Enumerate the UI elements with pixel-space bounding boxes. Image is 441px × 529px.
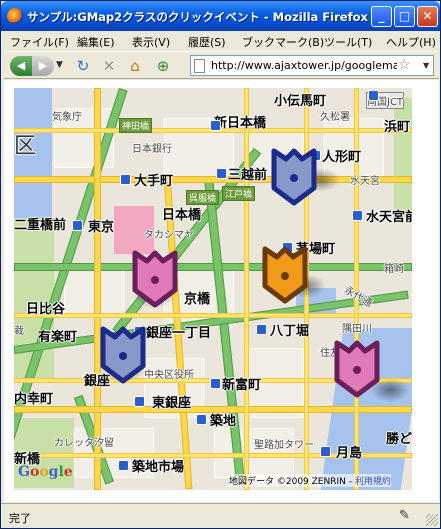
label-yurakucho: 有楽町 bbox=[38, 330, 78, 345]
label-suitengu-mae: 水天宮 bbox=[350, 176, 380, 187]
label-shintomicho: 新富町 bbox=[222, 378, 262, 393]
maximize-button[interactable]: □ bbox=[394, 6, 415, 27]
label-tsukishima: 月島 bbox=[336, 446, 363, 461]
terms-link[interactable]: 利用規約 bbox=[355, 477, 391, 487]
label-edobashi: 江戸橋 bbox=[222, 186, 256, 201]
label-uchisaiwaicho: 内幸町 bbox=[14, 392, 54, 407]
map-canvas[interactable]: 小伝馬町 気象庁 神田橋 新日本橋 久松署 両国JCT 浜町 日本銀行 三越前 … bbox=[14, 88, 412, 490]
firefox-icon bbox=[7, 8, 23, 24]
station-icon bbox=[196, 414, 207, 425]
menu-tools[interactable]: ツール(T) bbox=[324, 34, 372, 50]
browser-window: サンプル:GMap2クラスのクリックイベント - Mozilla Firefox… bbox=[0, 0, 441, 529]
stop-icon[interactable]: ✕ bbox=[100, 57, 118, 75]
pink-marker-kyobashi[interactable] bbox=[132, 250, 178, 308]
label-suitengu: 水天宮前 bbox=[366, 210, 412, 225]
road bbox=[14, 313, 412, 318]
resize-grip[interactable] bbox=[426, 514, 438, 526]
bookmark-star-icon[interactable]: ☆ bbox=[398, 57, 411, 73]
orange-marker-kayabacho[interactable] bbox=[262, 246, 308, 304]
label-kishocho: 気象庁 bbox=[52, 112, 82, 123]
back-button[interactable]: ◀ bbox=[10, 56, 32, 76]
station-icon bbox=[216, 168, 227, 179]
label-gofukubashi: 呉服橋 bbox=[186, 190, 220, 205]
label-kodenmacho: 小伝馬町 bbox=[274, 94, 327, 109]
url-bar[interactable]: http://www.ajaxtower.jp/googlemaps/gma ☆… bbox=[190, 55, 434, 76]
label-takashimaya: タカシマヤ bbox=[144, 230, 194, 241]
menu-file[interactable]: ファイル(F) bbox=[10, 34, 69, 50]
menu-view[interactable]: 表示(V) bbox=[132, 34, 170, 50]
page-content: 小伝馬町 気象庁 神田橋 新日本橋 久松署 両国JCT 浜町 日本銀行 三越前 … bbox=[4, 80, 439, 502]
station-icon bbox=[352, 210, 363, 221]
label-hamacho: 浜町 bbox=[384, 120, 411, 135]
menu-history[interactable]: 履歴(S) bbox=[188, 34, 226, 50]
window-title: サンプル:GMap2クラスのクリックイベント - Mozilla Firefox bbox=[27, 10, 368, 24]
forward-button[interactable]: ▶ bbox=[32, 56, 54, 76]
station-icon bbox=[118, 460, 129, 471]
label-kachidoki: 勝どき bbox=[386, 432, 412, 447]
status-text: 完了 bbox=[9, 512, 31, 525]
label-ward: 区 bbox=[14, 134, 37, 159]
station-icon bbox=[72, 220, 83, 231]
label-kanda-jct: 神田橋 bbox=[119, 118, 153, 133]
label-ginza-itchome: 銀座一丁目 bbox=[146, 326, 212, 341]
label-seiroka: 聖路加タワー bbox=[254, 440, 314, 451]
station-icon bbox=[134, 396, 145, 407]
label-hatchobori: 八丁堀 bbox=[270, 324, 310, 339]
navy-marker-ginza[interactable] bbox=[100, 326, 146, 384]
menu-bookmarks[interactable]: ブックマーク(B) bbox=[242, 34, 324, 50]
label-tsukiji-shijo: 築地市場 bbox=[132, 460, 185, 475]
label-shin-nihonbashi: 新日本橋 bbox=[214, 116, 267, 131]
label-higashi-ginza: 東銀座 bbox=[152, 396, 192, 411]
url-text[interactable]: http://www.ajaxtower.jp/googlemaps/gma bbox=[211, 59, 397, 72]
label-sumidagawa: 隅田川 bbox=[342, 324, 372, 335]
label-nihonginko: 日本銀行 bbox=[132, 144, 172, 155]
addon-status-icon[interactable]: ✎ bbox=[399, 508, 417, 524]
label-ningyocho: 人形町 bbox=[322, 150, 362, 165]
label-tsukiji: 築地 bbox=[210, 414, 237, 429]
menu-bar: ファイル(F) 編集(E) 表示(V) 履歴(S) ブックマーク(B) ツール(… bbox=[4, 31, 439, 51]
home-icon[interactable]: ⌂ bbox=[126, 57, 144, 75]
pink-marker-tsukudajima[interactable] bbox=[334, 340, 380, 398]
station-icon bbox=[120, 174, 131, 185]
station-icon bbox=[256, 324, 267, 335]
copyright-text: 地図データ ©2009 ZENRIN bbox=[229, 477, 346, 487]
label-nijubashimae: 二重橋前 bbox=[14, 218, 67, 233]
label-saibansho: 裁 bbox=[14, 326, 24, 337]
title-bar[interactable]: サンプル:GMap2クラスのクリックイベント - Mozilla Firefox… bbox=[1, 1, 440, 31]
reload-icon[interactable]: ↻ bbox=[74, 57, 92, 75]
navigation-toolbar: ◀ ▶ ▼ ↻ ✕ ⌂ ⊕ http://www.ajaxtower.jp/go… bbox=[4, 51, 439, 79]
menu-help[interactable]: ヘルプ(H) bbox=[386, 34, 436, 50]
label-tokyo: 東京 bbox=[88, 220, 115, 235]
label-mitsukoshimae: 三越前 bbox=[228, 168, 268, 183]
road bbox=[244, 88, 249, 490]
label-hibiya: 日比谷 bbox=[26, 302, 66, 317]
close-button[interactable]: ✕ bbox=[417, 6, 438, 27]
navy-marker-mitsukoshimae[interactable] bbox=[271, 148, 317, 206]
page-icon bbox=[194, 59, 205, 73]
addon-icon[interactable]: ⊕ bbox=[154, 57, 172, 75]
url-dropdown-icon[interactable]: ▼ bbox=[423, 61, 429, 70]
label-hakozaki: 箱崎 bbox=[384, 264, 404, 275]
status-bar: 完了 ✎ bbox=[1, 503, 440, 528]
label-otemachi: 大手町 bbox=[134, 174, 174, 189]
label-kyobashi: 京橋 bbox=[184, 292, 211, 307]
main-road bbox=[94, 88, 101, 490]
menu-edit[interactable]: 編集(E) bbox=[77, 34, 115, 50]
google-logo[interactable]: Google bbox=[18, 464, 73, 480]
history-dropdown-icon[interactable]: ▼ bbox=[56, 60, 63, 70]
station-icon bbox=[368, 90, 379, 101]
label-caretta: カレッタ汐留 bbox=[54, 438, 114, 449]
station-icon bbox=[210, 378, 221, 389]
label-nihonbashi: 日本橋 bbox=[162, 208, 202, 223]
label-kuboken: 久松署 bbox=[320, 112, 350, 123]
map-copyright: 地図データ ©2009 ZENRIN - 利用規約 bbox=[229, 474, 391, 487]
label-kuyakusho: 中央区役所 bbox=[144, 370, 194, 381]
station-icon bbox=[320, 446, 331, 457]
station-icon bbox=[210, 120, 221, 131]
minimize-button[interactable]: _ bbox=[371, 6, 392, 27]
